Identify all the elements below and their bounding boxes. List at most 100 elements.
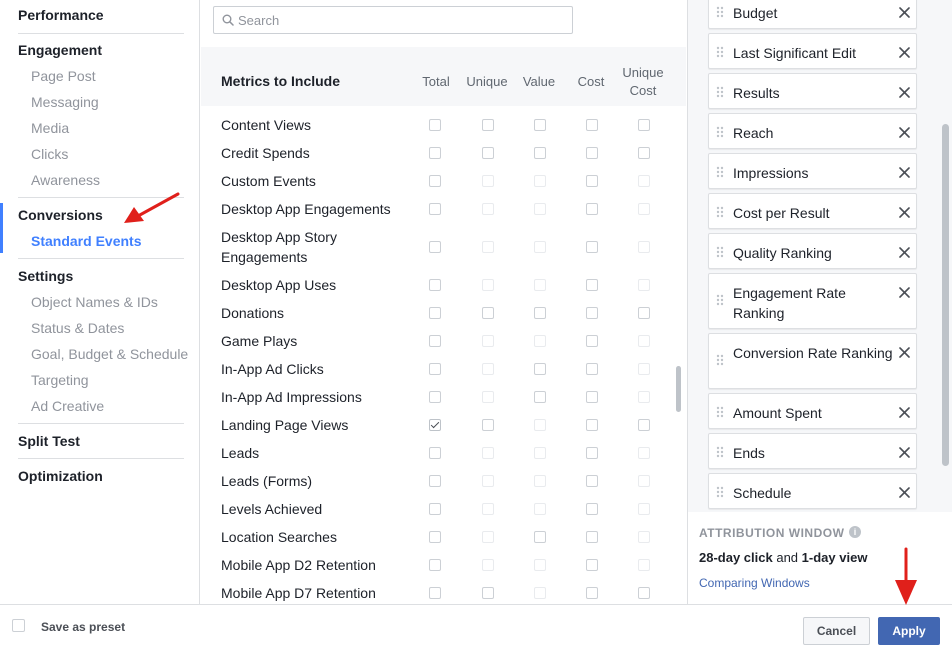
drag-handle-icon[interactable]	[716, 446, 724, 458]
drag-handle-icon[interactable]	[716, 406, 724, 418]
metric-checkbox-cost[interactable]	[586, 335, 598, 347]
nav-section-conversions[interactable]: Conversions	[0, 207, 103, 223]
metric-checkbox-unique[interactable]	[482, 119, 494, 131]
metric-checkbox-cost[interactable]	[586, 363, 598, 375]
metric-checkbox-value[interactable]	[534, 363, 546, 375]
metric-checkbox-unique-cost[interactable]	[638, 475, 650, 487]
metric-checkbox-unique-cost[interactable]	[638, 147, 650, 159]
remove-column-icon[interactable]	[899, 247, 910, 258]
metric-checkbox-unique-cost[interactable]	[638, 175, 650, 187]
metric-checkbox-value[interactable]	[534, 119, 546, 131]
metric-checkbox-value[interactable]	[534, 559, 546, 571]
columns-scrollbar[interactable]	[942, 124, 949, 466]
metric-checkbox-unique-cost[interactable]	[638, 419, 650, 431]
nav-item-awareness[interactable]: Awareness	[0, 172, 100, 188]
metric-checkbox-unique[interactable]	[482, 335, 494, 347]
metric-checkbox-value[interactable]	[534, 447, 546, 459]
save-preset-checkbox[interactable]	[12, 619, 25, 632]
remove-column-icon[interactable]	[899, 407, 910, 418]
metric-checkbox-total[interactable]	[429, 119, 441, 131]
nav-section-split-test[interactable]: Split Test	[0, 433, 80, 449]
metric-checkbox-value[interactable]	[534, 307, 546, 319]
metric-checkbox-total[interactable]	[429, 335, 441, 347]
metric-checkbox-cost[interactable]	[586, 307, 598, 319]
metric-checkbox-total[interactable]	[429, 391, 441, 403]
metric-checkbox-unique[interactable]	[482, 531, 494, 543]
selected-column-item[interactable]: Engagement Rate Ranking	[708, 273, 917, 329]
metric-checkbox-value[interactable]	[534, 531, 546, 543]
nav-item-ad-creative[interactable]: Ad Creative	[0, 398, 104, 414]
nav-item-clicks[interactable]: Clicks	[0, 146, 68, 162]
nav-item-page-post[interactable]: Page Post	[0, 68, 96, 84]
metric-checkbox-cost[interactable]	[586, 279, 598, 291]
selected-column-item[interactable]: Ends	[708, 433, 917, 469]
nav-item-status-dates[interactable]: Status & Dates	[0, 320, 124, 336]
metric-checkbox-value[interactable]	[534, 175, 546, 187]
remove-column-icon[interactable]	[899, 487, 910, 498]
selected-column-item[interactable]: Last Significant Edit	[708, 33, 917, 69]
nav-item-media[interactable]: Media	[0, 120, 69, 136]
metric-checkbox-unique-cost[interactable]	[638, 531, 650, 543]
metric-checkbox-cost[interactable]	[586, 559, 598, 571]
drag-handle-icon[interactable]	[716, 86, 724, 98]
metric-checkbox-cost[interactable]	[586, 241, 598, 253]
metric-checkbox-value[interactable]	[534, 587, 546, 599]
metric-checkbox-unique[interactable]	[482, 419, 494, 431]
metric-checkbox-cost[interactable]	[586, 391, 598, 403]
metric-checkbox-unique[interactable]	[482, 307, 494, 319]
metric-checkbox-cost[interactable]	[586, 119, 598, 131]
nav-item-messaging[interactable]: Messaging	[0, 94, 99, 110]
comparing-windows-link[interactable]: Comparing Windows	[699, 576, 810, 590]
metric-checkbox-unique-cost[interactable]	[638, 391, 650, 403]
metric-checkbox-unique-cost[interactable]	[638, 447, 650, 459]
metric-checkbox-unique-cost[interactable]	[638, 335, 650, 347]
remove-column-icon[interactable]	[899, 347, 910, 358]
metric-checkbox-unique[interactable]	[482, 587, 494, 599]
metric-checkbox-value[interactable]	[534, 147, 546, 159]
metric-checkbox-cost[interactable]	[586, 175, 598, 187]
selected-column-item[interactable]: Amount Spent	[708, 393, 917, 429]
metric-checkbox-total[interactable]	[429, 447, 441, 459]
selected-column-item[interactable]: Cost per Result	[708, 193, 917, 229]
selected-column-item[interactable]: Conversion Rate Ranking	[708, 333, 917, 389]
drag-handle-icon[interactable]	[716, 126, 724, 138]
selected-column-item[interactable]: Reach	[708, 113, 917, 149]
metric-checkbox-unique[interactable]	[482, 503, 494, 515]
metric-checkbox-unique[interactable]	[482, 147, 494, 159]
selected-column-item[interactable]: Impressions	[708, 153, 917, 189]
metric-checkbox-unique-cost[interactable]	[638, 363, 650, 375]
cancel-button[interactable]: Cancel	[803, 617, 870, 645]
metric-checkbox-total[interactable]	[429, 587, 441, 599]
metric-checkbox-value[interactable]	[534, 475, 546, 487]
metric-checkbox-unique-cost[interactable]	[638, 279, 650, 291]
remove-column-icon[interactable]	[899, 7, 910, 18]
nav-section-settings[interactable]: Settings	[0, 268, 73, 284]
remove-column-icon[interactable]	[899, 167, 910, 178]
nav-item-standard-events[interactable]: Standard Events	[0, 233, 141, 249]
metric-checkbox-total[interactable]	[429, 307, 441, 319]
drag-handle-icon[interactable]	[716, 166, 724, 178]
metric-checkbox-total[interactable]	[429, 147, 441, 159]
selected-column-item[interactable]: Budget	[708, 0, 917, 29]
nav-section-optimization[interactable]: Optimization	[0, 468, 103, 484]
metric-checkbox-total[interactable]	[429, 175, 441, 187]
drag-handle-icon[interactable]	[716, 46, 724, 58]
metric-checkbox-unique[interactable]	[482, 203, 494, 215]
nav-item-targeting[interactable]: Targeting	[0, 372, 89, 388]
nav-section-performance[interactable]: Performance	[0, 7, 104, 23]
drag-handle-icon[interactable]	[716, 246, 724, 258]
nav-item-goal-budget[interactable]: Goal, Budget & Schedule	[0, 346, 188, 362]
metric-checkbox-unique[interactable]	[482, 559, 494, 571]
metric-checkbox-unique[interactable]	[482, 241, 494, 253]
metric-checkbox-total[interactable]	[429, 279, 441, 291]
metric-checkbox-unique-cost[interactable]	[638, 559, 650, 571]
metric-checkbox-value[interactable]	[534, 203, 546, 215]
metric-checkbox-cost[interactable]	[586, 503, 598, 515]
selected-column-item[interactable]: Results	[708, 73, 917, 109]
metric-checkbox-total[interactable]	[429, 203, 441, 215]
nav-section-engagement[interactable]: Engagement	[0, 42, 102, 58]
metric-checkbox-value[interactable]	[534, 241, 546, 253]
metric-checkbox-unique-cost[interactable]	[638, 203, 650, 215]
nav-item-object-names[interactable]: Object Names & IDs	[0, 294, 158, 310]
selected-column-item[interactable]: Quality Ranking	[708, 233, 917, 269]
